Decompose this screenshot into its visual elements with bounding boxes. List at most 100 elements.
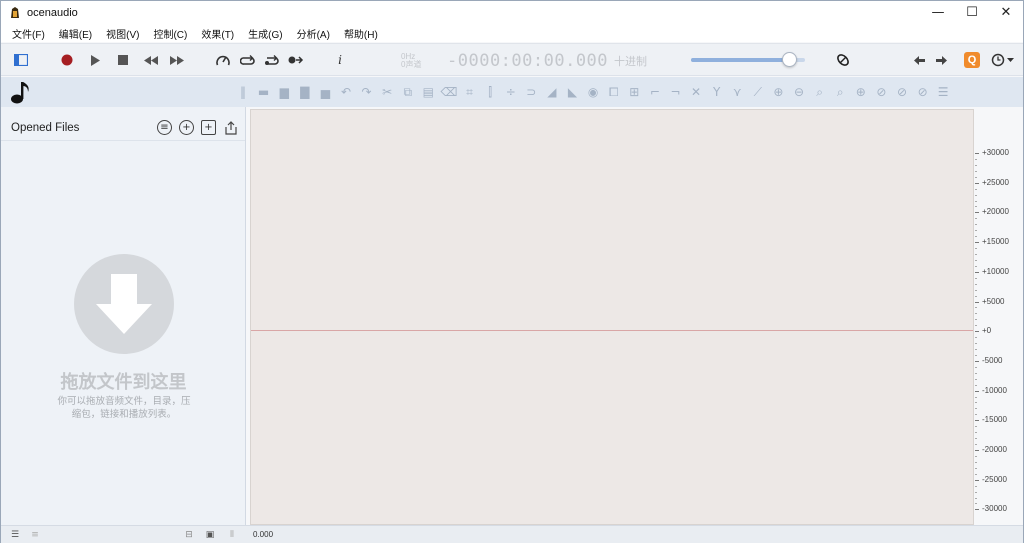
new-window-icon[interactable]: + — [201, 120, 216, 135]
maximize-button[interactable]: ☐ — [955, 1, 989, 24]
add-region-icon[interactable]: ⊞ — [624, 84, 644, 100]
back-arrow-icon[interactable] — [909, 50, 929, 70]
undo-icon[interactable]: ↶ — [336, 84, 356, 100]
scale-minor-tick — [975, 224, 977, 226]
grip-icon: ‖ — [240, 85, 246, 99]
loop-icon[interactable] — [237, 50, 257, 70]
speed-gauge-icon[interactable] — [213, 50, 233, 70]
reverse-icon[interactable]: ⊃ — [521, 84, 541, 100]
time-meta: 0Hz 0声道 — [401, 53, 447, 69]
speaker-icon[interactable] — [833, 50, 853, 70]
levels-view-icon[interactable]: ▅ — [315, 84, 335, 100]
spectrogram-view-icon[interactable]: ▇ — [295, 84, 315, 100]
marker-add-icon[interactable]: ⊘ — [892, 84, 912, 100]
fade-out-icon[interactable]: ◣ — [563, 84, 583, 100]
trim-icon[interactable]: ÷ — [501, 84, 521, 100]
compact-view-icon[interactable]: ≡ — [29, 529, 41, 540]
zoom-out-icon[interactable]: ⊖ — [789, 84, 809, 100]
normalize-icon[interactable]: ◉ — [583, 84, 603, 100]
scale-minor-tick — [975, 432, 977, 434]
scale-label: -5000 — [982, 355, 1003, 365]
scale-minor-tick — [975, 414, 977, 416]
cross-icon[interactable]: ✕ — [686, 84, 706, 100]
ramp-icon[interactable]: ⟋ — [748, 84, 768, 100]
copy-icon[interactable]: ⧉ — [398, 84, 418, 100]
add-file-icon[interactable]: + — [179, 120, 194, 135]
curve-in-icon[interactable]: ⌐ — [645, 84, 665, 100]
forward-arrow-icon[interactable] — [931, 50, 951, 70]
close-button[interactable]: ✕ — [989, 1, 1023, 24]
menu-help[interactable]: 帮助(H) — [337, 26, 385, 41]
scale-label: +30000 — [982, 148, 1009, 157]
window-controls: — ☐ ✕ — [921, 1, 1023, 24]
scale-minor-tick — [975, 396, 977, 398]
zoom-in-icon[interactable]: ⊕ — [768, 84, 788, 100]
history-dropdown-icon[interactable] — [989, 50, 1017, 70]
fade-in-icon[interactable]: ◢ — [542, 84, 562, 100]
sidebar-toggle-icon[interactable] — [11, 50, 31, 70]
play-icon[interactable] — [85, 50, 105, 70]
scale-minor-tick — [975, 461, 977, 463]
panel-header: Opened Files ≡ + + — [1, 107, 245, 141]
duplicate-icon[interactable]: ⧠ — [604, 84, 624, 100]
scale-minor-tick — [975, 485, 977, 487]
drop-subtitle-line-1: 你可以拖放音频文件，目录，压 — [57, 396, 191, 407]
drop-zone-circle — [74, 254, 174, 354]
zoom-fit-icon[interactable]: ⌕ — [830, 84, 850, 100]
cut-icon[interactable]: ✂ — [377, 84, 397, 100]
fast-forward-icon[interactable] — [167, 50, 187, 70]
zoom-selection-icon[interactable]: ⌕ — [810, 84, 830, 100]
marker-remove-icon[interactable]: ⊘ — [913, 84, 933, 100]
scale-tick — [975, 360, 979, 362]
scale-minor-tick — [975, 438, 977, 440]
list-levels-icon[interactable]: ☰ — [933, 84, 953, 100]
split-icon[interactable]: Y — [707, 84, 727, 100]
menu-view[interactable]: 视图(V) — [99, 26, 146, 41]
list-view-icon[interactable]: ☰ — [9, 529, 21, 540]
volume-slider[interactable] — [691, 52, 805, 67]
scale-minor-tick — [975, 230, 977, 232]
minimize-button[interactable]: — — [921, 1, 955, 24]
status-image-icon[interactable]: ▣ — [204, 529, 216, 540]
info-icon[interactable]: i — [330, 50, 350, 70]
paste-icon[interactable]: ▤ — [418, 84, 438, 100]
scale-minor-tick — [975, 307, 977, 309]
loop-selection-icon[interactable] — [261, 50, 281, 70]
zoom-vertical-in-icon[interactable]: ⊕ — [851, 84, 871, 100]
menu-control[interactable]: 控制(C) — [146, 26, 194, 41]
crop-icon[interactable]: ⌗ — [460, 84, 480, 100]
menu-edit[interactable]: 编辑(E) — [52, 26, 99, 41]
scale-minor-tick — [975, 283, 977, 285]
menu-analyze[interactable]: 分析(A) — [290, 26, 337, 41]
status-box-icon[interactable]: ⊟ — [183, 529, 195, 540]
insert-silence-icon[interactable]: ⫿ — [480, 84, 500, 100]
follow-playback-icon[interactable] — [286, 50, 306, 70]
scale-minor-tick — [975, 384, 977, 386]
scale-label: +5000 — [982, 296, 1005, 306]
export-icon[interactable] — [223, 120, 238, 135]
status-bars-icon[interactable]: ⦀ — [226, 529, 238, 540]
menu-file[interactable]: 文件(F) — [5, 26, 52, 41]
menu-effects[interactable]: 效果(T) — [194, 26, 241, 41]
window-title: ocenaudio — [27, 6, 78, 19]
merge-icon[interactable]: ⋎ — [727, 84, 747, 100]
waveform-view-icon[interactable]: ▬ — [254, 84, 274, 100]
record-icon[interactable] — [57, 50, 77, 70]
redo-icon[interactable]: ↷ — [357, 84, 377, 100]
scale-minor-tick — [975, 289, 977, 291]
rewind-icon[interactable] — [141, 50, 161, 70]
volume-thumb[interactable] — [782, 52, 798, 67]
search-q-button[interactable]: Q — [964, 52, 980, 68]
curve-out-icon[interactable]: ¬ — [665, 84, 685, 100]
delete-icon[interactable]: ⌫ — [439, 84, 459, 100]
scale-minor-tick — [975, 248, 977, 250]
scale-minor-tick — [975, 200, 977, 202]
stop-icon[interactable] — [113, 50, 133, 70]
menu-generate[interactable]: 生成(G) — [241, 26, 289, 41]
filter-icon[interactable]: ≡ — [157, 120, 172, 135]
spectrum-view-icon[interactable]: ▆ — [274, 84, 294, 100]
zoom-vertical-out-icon[interactable]: ⊘ — [871, 84, 891, 100]
scale-label: -10000 — [982, 385, 1007, 395]
time-format-label[interactable]: 十进制 — [614, 53, 647, 69]
waveform-canvas[interactable] — [250, 109, 974, 525]
